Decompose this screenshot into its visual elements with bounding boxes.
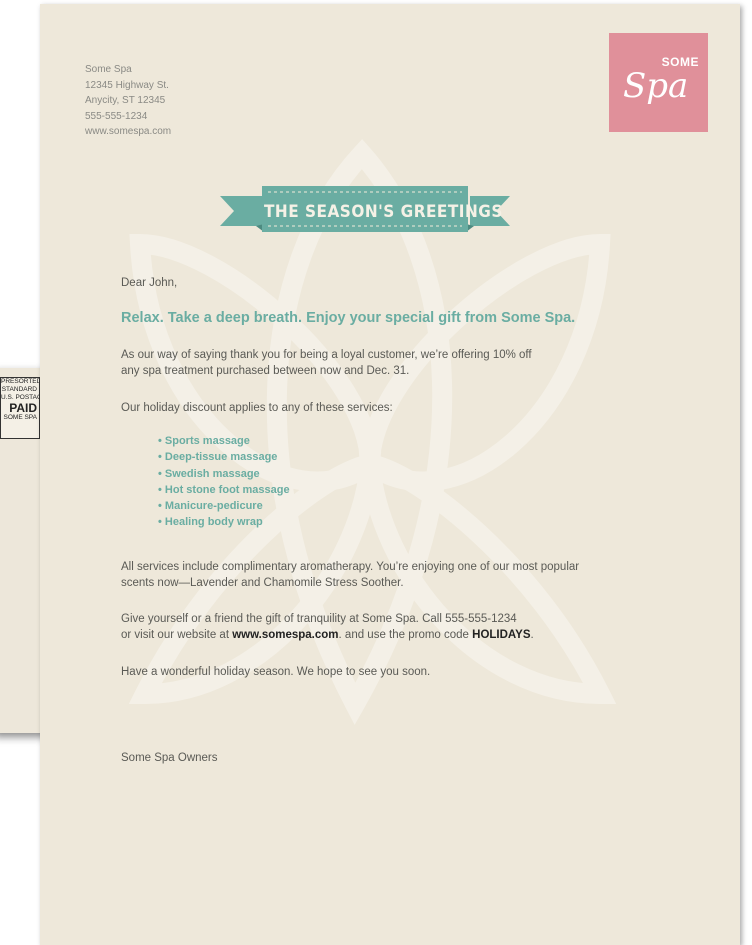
promo-text: or visit our website at [121, 629, 233, 641]
paragraph-closing: Have a wonderful holiday season. We hope… [121, 666, 431, 678]
promo-text: . [530, 629, 534, 641]
sender-name: Some Spa [85, 64, 132, 75]
list-item: • Swedish massage [158, 467, 260, 480]
list-item: • Hot stone foot massage [158, 483, 290, 496]
services-list: • Sports massage • Deep-tissue massage •… [158, 433, 290, 531]
paragraph-line: All services include complimentary aroma… [121, 561, 580, 573]
postage-sender: SOME SPA [3, 414, 37, 421]
paragraph-line: scents now—Lavender and Chamomile Stress… [121, 577, 404, 589]
banner-text: THE SEASON'S GREETINGS [264, 202, 503, 222]
paragraph-line: Give yourself or a friend the gift of tr… [121, 613, 517, 625]
paragraph-promo: Give yourself or a friend the gift of tr… [121, 611, 721, 643]
paragraph-line: or visit our website at www.somespa.com.… [121, 627, 721, 643]
sender-street: 12345 Highway St. [85, 79, 169, 91]
list-item: • Healing body wrap [158, 516, 263, 529]
postage-paid: PAID [9, 401, 37, 415]
website-link[interactable]: www.somespa.com [232, 629, 338, 641]
logo-script-text: Spa [623, 66, 688, 106]
sender-website: www.somespa.com [85, 126, 172, 137]
sender-address: Some Spa 12345 Highway St. Anycity, ST 1… [85, 62, 171, 140]
signature: Some Spa Owners [121, 752, 218, 764]
letter-page: Some Spa 12345 Highway St. Anycity, ST 1… [40, 4, 740, 945]
paragraph-aromatherapy: All services include complimentary aroma… [121, 559, 721, 591]
postage-line: STANDARD [1, 386, 37, 393]
postage-indicia: PRESORTED STANDARD U.S. POSTAGE PAID SOM… [0, 377, 40, 439]
postage-line: PRESORTED [1, 378, 40, 385]
sender-city: Anycity, ST 12345 [85, 95, 166, 106]
list-item: • Manicure-pedicure [158, 500, 263, 513]
list-item: • Sports massage [158, 435, 250, 447]
paragraph-services-intro: Our holiday discount applies to any of t… [121, 402, 393, 414]
greeting: Dear John, [121, 277, 178, 289]
logo-script-spa: Spa [623, 66, 688, 106]
paragraph-line: any spa treatment purchased between now … [121, 365, 410, 377]
list-item: • Deep-tissue massage [158, 451, 278, 464]
promo-code: HOLIDAYS [472, 629, 531, 641]
paragraph-line: As our way of saying thank you for being… [121, 349, 532, 361]
sender-phone: 555-555-1234 [85, 110, 148, 122]
paragraph-offer: As our way of saying thank you for being… [121, 347, 681, 379]
headline: Relax. Take a deep breath. Enjoy your sp… [121, 310, 576, 326]
promo-text: . and use the promo code [338, 629, 473, 641]
spa-logo: SOME Spa [609, 33, 708, 132]
flower-watermark [128, 139, 617, 725]
